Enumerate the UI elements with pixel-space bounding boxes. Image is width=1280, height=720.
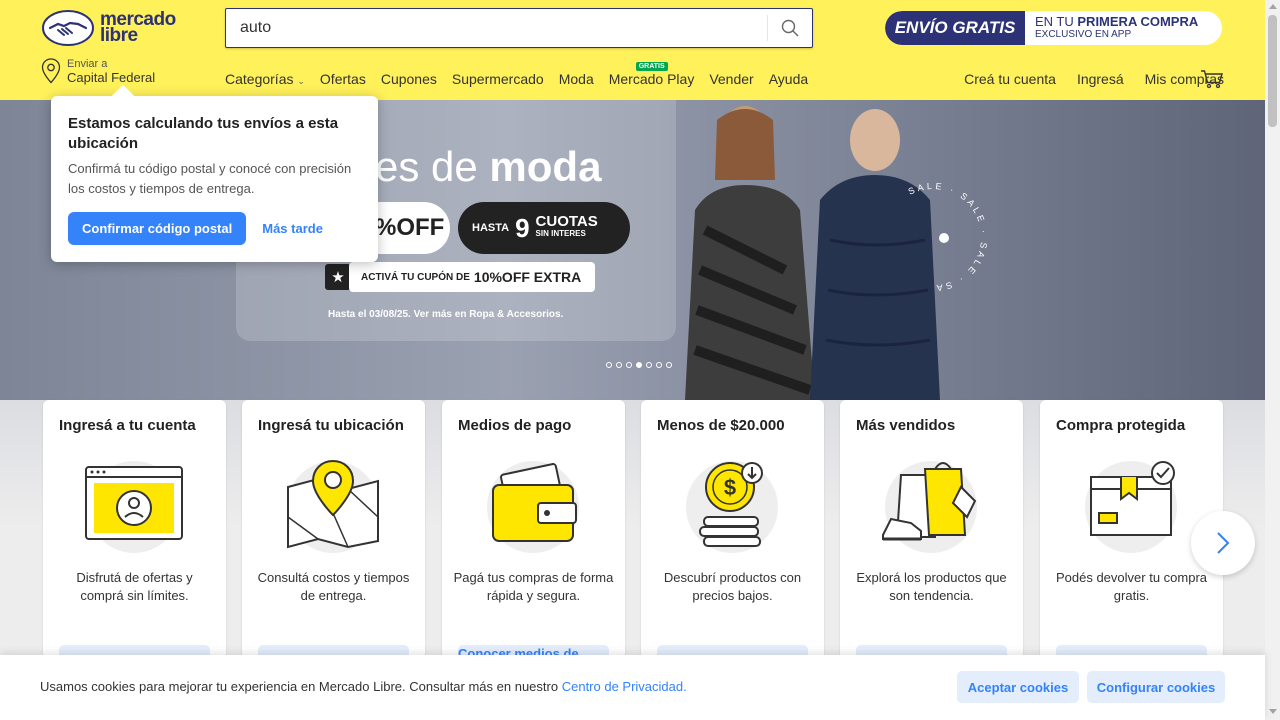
cart-icon bbox=[1201, 70, 1223, 89]
map-pin-icon bbox=[287, 459, 379, 553]
card-text: Pagá tus compras de forma rápida y segur… bbox=[453, 570, 614, 603]
configure-cookies-button[interactable]: Configurar cookies bbox=[1087, 671, 1225, 703]
location-pin-icon bbox=[41, 58, 61, 84]
coupon-text: ACTIVÁ TU CUPÓN DE bbox=[361, 271, 470, 283]
chevron-down-icon: ⌄ bbox=[297, 76, 305, 86]
wallet-icon bbox=[487, 461, 579, 553]
carousel-dot[interactable] bbox=[606, 362, 612, 368]
location-name: Capital Federal bbox=[67, 70, 156, 85]
carousel-dot[interactable] bbox=[626, 362, 632, 368]
nav-categories[interactable]: Categorías ⌄ bbox=[225, 71, 305, 87]
carousel-dot[interactable] bbox=[616, 362, 622, 368]
account-card-icon bbox=[85, 461, 183, 553]
page-scrollbar[interactable] bbox=[1265, 0, 1280, 720]
free-badge: GRATIS bbox=[635, 62, 668, 71]
card-text: Explorá los productos que son tendencia. bbox=[856, 570, 1007, 603]
create-account-link[interactable]: Creá tu cuenta bbox=[964, 71, 1056, 87]
search-icon bbox=[781, 19, 799, 37]
user-nav: Creá tu cuenta Ingresá Mis compras bbox=[964, 71, 1224, 87]
mercado-libre-logo[interactable]: mercado libre bbox=[42, 10, 176, 46]
header: mercado libre ENVÍO GRATIS EN TU PRIMERA… bbox=[0, 0, 1280, 100]
search-box bbox=[225, 8, 813, 48]
installments-pill: HASTA 9 CUOTAS SIN INTERES bbox=[458, 202, 630, 254]
nav-supermarket[interactable]: Supermercado bbox=[452, 71, 544, 87]
cookie-message: Usamos cookies para mejorar tu experienc… bbox=[40, 679, 559, 694]
promo-detail: EN TU PRIMERA COMPRA EXCLUSIVO EN APP bbox=[1025, 15, 1198, 41]
nav-sell[interactable]: Vender bbox=[709, 71, 753, 87]
cart-button[interactable] bbox=[1200, 69, 1224, 94]
nav-fashion[interactable]: Moda bbox=[559, 71, 594, 87]
card-title: Compra protegida bbox=[1056, 417, 1186, 434]
nav-offers[interactable]: Ofertas bbox=[320, 71, 366, 87]
card-text: Disfrutá de ofertas y comprá sin límites… bbox=[76, 570, 193, 603]
carousel-next-button[interactable] bbox=[1191, 511, 1255, 575]
nav-mercado-play[interactable]: GRATIS Mercado Play bbox=[608, 62, 695, 87]
login-link[interactable]: Ingresá bbox=[1077, 71, 1124, 87]
card-title: Medios de pago bbox=[458, 417, 572, 434]
scroll-up-arrow-icon[interactable] bbox=[1269, 4, 1277, 9]
coupon-banner: ★ ACTIVÁ TU CUPÓN DE 10%OFF EXTRA bbox=[325, 262, 596, 292]
card-text: Consultá costos y tiempos de entrega. bbox=[257, 570, 410, 603]
logo-text-line2: libre bbox=[100, 25, 138, 46]
chevron-right-icon bbox=[1217, 532, 1230, 554]
card-title: Ingresá tu ubicación bbox=[258, 417, 404, 434]
accept-cookies-button[interactable]: Aceptar cookies bbox=[957, 671, 1079, 703]
tooltip-title: Estamos calculando tus envíos a esta ubi… bbox=[68, 115, 339, 152]
promo-free-shipping-label: ENVÍO GRATIS bbox=[885, 11, 1025, 45]
scroll-down-arrow-icon[interactable] bbox=[1269, 709, 1277, 714]
coupon-amount: 10%OFF EXTRA bbox=[473, 269, 582, 285]
carousel-dot[interactable] bbox=[666, 362, 672, 368]
promo-app-exclusive: EXCLUSIVO EN APP bbox=[1035, 29, 1132, 40]
hero-footnote: Hasta el 03/08/25. Ver más en Ropa & Acc… bbox=[328, 309, 564, 320]
installments-up-to: HASTA bbox=[472, 222, 510, 234]
hero-title-light: es de bbox=[375, 143, 478, 190]
send-to-label: Enviar a bbox=[67, 58, 108, 70]
carousel-dots bbox=[606, 362, 672, 368]
svg-text:$: $ bbox=[724, 475, 736, 500]
hero-title: es de moda bbox=[375, 143, 601, 191]
nav-coupons[interactable]: Cupones bbox=[381, 71, 437, 87]
card-title: Más vendidos bbox=[856, 417, 956, 434]
promo-first-purchase: PRIMERA COMPRA bbox=[1077, 14, 1199, 29]
installments-text: CUOTAS SIN INTERES bbox=[536, 214, 598, 240]
confirm-postal-code-button[interactable]: Confirmar código postal bbox=[68, 212, 247, 245]
card-title: Menos de $20.000 bbox=[657, 417, 785, 434]
hero-title-bold: moda bbox=[489, 143, 602, 190]
shopping-bags-icon bbox=[882, 461, 977, 553]
main-nav: Categorías ⌄ Ofertas Cupones Supermercad… bbox=[225, 62, 808, 87]
logo-wordmark: mercado libre bbox=[100, 10, 176, 46]
star-icon: ★ bbox=[325, 264, 351, 290]
location-tooltip: Estamos calculando tus envíos a esta ubi… bbox=[51, 96, 378, 262]
scroll-thumb[interactable] bbox=[1268, 15, 1277, 127]
promo-prefix: EN TU bbox=[1035, 14, 1074, 29]
nav-mercado-play-label: Mercado Play bbox=[608, 71, 695, 87]
handshake-logo-icon bbox=[42, 10, 94, 46]
card-text: Podés devolver tu compra gratis. bbox=[1055, 570, 1208, 603]
card-text: Descubrí productos con precios bajos. bbox=[663, 570, 802, 603]
search-input[interactable] bbox=[226, 9, 767, 47]
cookie-banner: Usamos cookies para mejorar tu experienc… bbox=[0, 655, 1265, 720]
shipping-location[interactable]: Enviar a Capital Federal bbox=[41, 58, 155, 85]
nav-categories-label: Categorías bbox=[225, 71, 294, 87]
sale-badge-graphic: SALE · SALE · SALE · SALE · bbox=[890, 175, 989, 293]
carousel-dot[interactable] bbox=[656, 362, 662, 368]
later-button[interactable]: Más tarde bbox=[262, 221, 323, 236]
nav-help[interactable]: Ayuda bbox=[769, 71, 808, 87]
installments-number: 9 bbox=[515, 212, 530, 243]
privacy-center-link[interactable]: Centro de Privacidad. bbox=[562, 679, 687, 694]
coins-icon: $ bbox=[686, 461, 778, 553]
cookie-text: Usamos cookies para mejorar tu experienc… bbox=[40, 679, 687, 694]
protected-box-icon bbox=[1085, 461, 1177, 553]
coupon-body: ACTIVÁ TU CUPÓN DE 10%OFF EXTRA bbox=[349, 262, 596, 292]
sale-text: SALE · SALE · SALE · SALE · bbox=[890, 175, 986, 293]
card-title: Ingresá a tu cuenta bbox=[59, 417, 196, 434]
search-button[interactable] bbox=[768, 9, 812, 47]
carousel-dot[interactable] bbox=[636, 362, 642, 368]
carousel-dot[interactable] bbox=[646, 362, 652, 368]
tooltip-actions: Confirmar código postal Más tarde bbox=[68, 212, 361, 245]
svg-text:SALE · SALE · SALE · SALE ·: SALE · SALE · SALE · SALE · bbox=[890, 175, 989, 293]
free-shipping-banner[interactable]: ENVÍO GRATIS EN TU PRIMERA COMPRA EXCLUS… bbox=[885, 11, 1222, 45]
tooltip-text: Confirmá tu código postal y conocé con p… bbox=[68, 161, 352, 196]
